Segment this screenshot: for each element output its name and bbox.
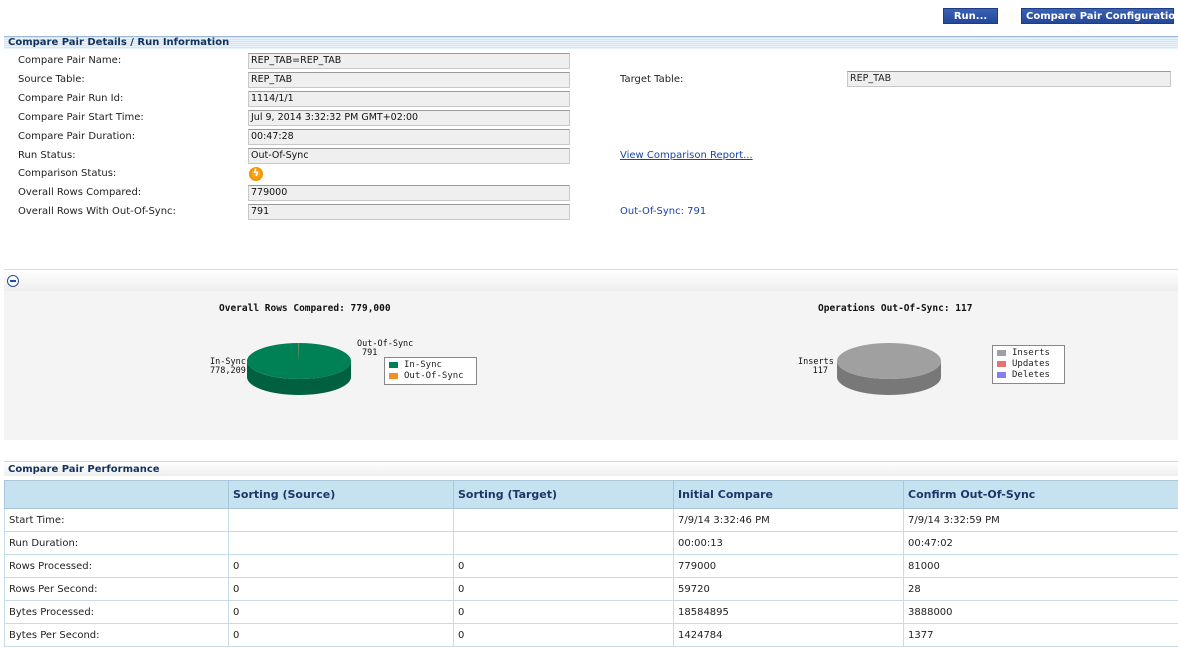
chart-title-operations: Operations Out-Of-Sync: 117 — [818, 303, 973, 314]
column-header — [4, 480, 229, 509]
pie-slice-in-sync — [247, 343, 352, 379]
row-label: Start Time: — [4, 508, 229, 532]
out-of-sync-link[interactable]: Out-Of-Sync: 791 — [620, 204, 706, 220]
column-header: Sorting (Target) — [453, 480, 674, 509]
duration-label: Compare Pair Duration: — [18, 131, 136, 142]
column-header: Initial Compare — [673, 480, 904, 509]
table-cell: 0 — [228, 554, 454, 578]
source-table-label: Source Table: — [18, 74, 85, 85]
legend-swatch — [997, 360, 1006, 367]
table-cell: 779000 — [673, 554, 904, 578]
start-time-field: Jul 9, 2014 3:32:32 PM GMT+02:00 — [248, 110, 570, 126]
legend-swatch — [389, 372, 398, 379]
run-status-field: Out-Of-Sync — [248, 148, 570, 164]
sync-warning-icon: ϟ — [249, 167, 263, 181]
column-header: Sorting (Source) — [228, 480, 454, 509]
row-label: Bytes Processed: — [4, 600, 229, 624]
legend-item: Inserts — [997, 348, 1060, 359]
table-cell — [453, 531, 674, 555]
run-id-field: 1114/1/1 — [248, 91, 570, 107]
legend-item: In-Sync — [389, 360, 472, 371]
performance-section-header: Compare Pair Performance — [4, 461, 1178, 476]
legend-swatch — [997, 349, 1006, 356]
compare-pair-name-field: REP_TAB=REP_TAB — [248, 53, 570, 69]
pie-chart-operations — [837, 343, 941, 395]
table-cell — [228, 508, 454, 532]
legend-item: Out-Of-Sync — [389, 371, 472, 382]
charts-bar — [4, 269, 1178, 291]
compare-pair-configuration-button[interactable]: Compare Pair Configuration... — [1021, 8, 1178, 24]
target-table-label: Target Table: — [620, 74, 684, 85]
target-table-field: REP_TAB — [847, 71, 1171, 87]
table-cell: 18584895 — [673, 600, 904, 624]
rows-out-of-sync-label: Overall Rows With Out-Of-Sync: — [18, 206, 176, 217]
table-cell: 0 — [453, 577, 674, 601]
table-row: Run Duration: 00:00:13 00:47:02 — [4, 531, 1178, 555]
view-comparison-report-link[interactable]: View Comparison Report... — [620, 148, 753, 164]
table-row: Bytes Processed: 0 0 18584895 3888000 — [4, 600, 1178, 624]
charts-panel: Overall Rows Compared: 779,000 In-Sync 77… — [4, 291, 1178, 440]
table-cell: 0 — [453, 554, 674, 578]
table-cell: 1377 — [903, 623, 1178, 647]
table-cell: 0 — [228, 600, 454, 624]
run-status-label: Run Status: — [18, 150, 76, 161]
run-button[interactable]: Run... — [943, 8, 998, 24]
performance-table: Sorting (Source) Sorting (Target) Initial … — [4, 480, 1178, 647]
table-cell: 0 — [453, 600, 674, 624]
legend-item: Deletes — [997, 370, 1060, 381]
rows-compared-label: Overall Rows Compared: — [18, 187, 142, 198]
comparison-status-label: Comparison Status: — [18, 168, 117, 179]
table-cell: 0 — [228, 623, 454, 647]
column-header: Confirm Out-Of-Sync — [903, 480, 1178, 509]
table-cell: 7/9/14 3:32:59 PM — [903, 508, 1178, 532]
table-cell — [228, 531, 454, 555]
table-cell: 00:00:13 — [673, 531, 904, 555]
table-cell: 0 — [228, 577, 454, 601]
table-row: Bytes Per Second: 0 0 1424784 1377 — [4, 623, 1178, 647]
table-cell: 59720 — [673, 577, 904, 601]
table-cell: 3888000 — [903, 600, 1178, 624]
table-row: Rows Per Second: 0 0 59720 28 — [4, 577, 1178, 601]
legend-rows-compared: In-Sync Out-Of-Sync — [384, 357, 477, 385]
rows-compared-field: 779000 — [248, 185, 570, 201]
rows-out-of-sync-field: 791 — [248, 204, 570, 220]
chart-title-rows-compared: Overall Rows Compared: 779,000 — [219, 303, 391, 314]
duration-field: 00:47:28 — [248, 129, 570, 145]
pie-chart-rows-compared — [247, 343, 352, 395]
run-id-label: Compare Pair Run Id: — [18, 93, 124, 104]
pie-label-in-sync: In-Sync 778,209 — [210, 357, 246, 376]
row-label: Rows Per Second: — [4, 577, 229, 601]
details-panel: Compare Pair Name: REP_TAB=REP_TAB Sourc… — [0, 50, 1178, 220]
pie-label-out-of-sync: Out-Of-Sync 791 — [357, 339, 414, 358]
collapse-icon[interactable] — [7, 275, 19, 287]
pie-slice-inserts — [837, 343, 941, 379]
table-row: Start Time: 7/9/14 3:32:46 PM 7/9/14 3:32:… — [4, 508, 1178, 532]
start-time-label: Compare Pair Start Time: — [18, 112, 144, 123]
legend-item: Updates — [997, 359, 1060, 370]
table-cell: 0 — [453, 623, 674, 647]
row-label: Bytes Per Second: — [4, 623, 229, 647]
table-cell: 1424784 — [673, 623, 904, 647]
details-section-header: Compare Pair Details / Run Information — [4, 36, 1178, 49]
table-cell: 28 — [903, 577, 1178, 601]
pie-label-inserts: Inserts 117 — [798, 357, 834, 376]
source-table-field: REP_TAB — [248, 72, 570, 88]
row-label: Rows Processed: — [4, 554, 229, 578]
table-cell: 7/9/14 3:32:46 PM — [673, 508, 904, 532]
table-header-row: Sorting (Source) Sorting (Target) Initial … — [4, 480, 1178, 509]
table-row: Rows Processed: 0 0 779000 81000 — [4, 554, 1178, 578]
table-cell: 00:47:02 — [903, 531, 1178, 555]
legend-operations: Inserts Updates Deletes — [992, 345, 1065, 384]
compare-pair-name-label: Compare Pair Name: — [18, 55, 122, 66]
table-cell — [453, 508, 674, 532]
legend-swatch — [997, 371, 1006, 378]
legend-swatch — [389, 361, 398, 368]
row-label: Run Duration: — [4, 531, 229, 555]
table-cell: 81000 — [903, 554, 1178, 578]
